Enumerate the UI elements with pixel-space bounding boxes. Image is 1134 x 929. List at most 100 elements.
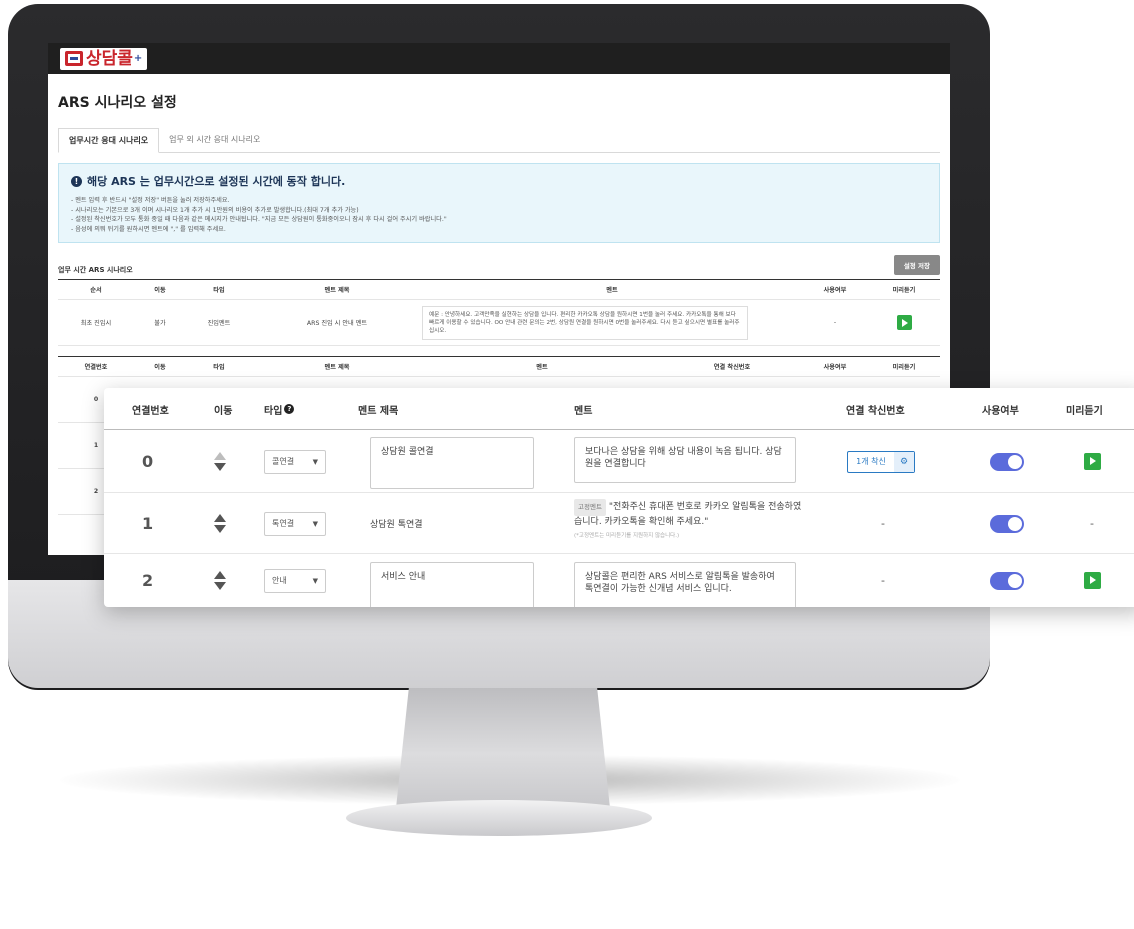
chevron-down-icon: ▼ xyxy=(312,457,318,466)
header-move: 이동 xyxy=(214,405,233,417)
page-title: ARS 시나리오 설정 xyxy=(58,95,177,111)
arrow-up-icon[interactable] xyxy=(214,452,226,460)
table-row: 2 안내 ▼ 서비스 안내 상담콜은 편리한 ARS 서비스로 알림톡을 발송하… xyxy=(104,554,1134,607)
chevron-down-icon: ▼ xyxy=(312,576,318,585)
arrow-down-icon[interactable] xyxy=(214,463,226,471)
col-num: 연결번호 xyxy=(58,356,134,377)
arrow-up-icon[interactable] xyxy=(214,571,226,579)
ment-text: "전화주신 휴대폰 번호로 카카오 알림톡을 전송하였습니다. 카카오톡을 확인… xyxy=(574,502,802,527)
ment-textarea[interactable]: 상담콜은 편리한 ARS 서비스로 알림톡을 발송하여 톡연결이 가능한 신개념… xyxy=(574,562,796,607)
arrow-down-icon[interactable] xyxy=(214,525,226,533)
header-num: 연결번호 xyxy=(132,405,169,417)
play-icon[interactable] xyxy=(1084,453,1101,470)
monitor-stand-foot xyxy=(346,800,652,836)
fixed-ment-badge: 고정멘트 xyxy=(574,499,606,516)
cell-use: - xyxy=(802,299,868,346)
tab-business-hours[interactable]: 업무시간 응대 시나리오 xyxy=(58,128,160,153)
table-row: 최초 진입시 불가 진입멘트 ARS 진입 시 안내 멘트 예문 : 안녕하세요… xyxy=(58,299,940,346)
col-preview: 미리듣기 xyxy=(868,356,940,377)
monitor-stand-neck xyxy=(396,688,610,808)
logo-plus: + xyxy=(133,53,143,64)
notice-title-text: 해당 ARS 는 업무시간으로 설정된 시간에 동작 합니다. xyxy=(87,175,346,188)
use-cell xyxy=(990,493,1024,554)
arrow-up-icon[interactable] xyxy=(214,514,226,522)
preview-cell xyxy=(1084,554,1101,607)
help-icon[interactable]: ? xyxy=(284,404,295,414)
preview-none: - xyxy=(1090,517,1094,530)
ment-fixed: 고정멘트 "전화주신 휴대폰 번호로 카카오 알림톡을 전송하였습니다. 카카오톡… xyxy=(574,499,809,549)
save-settings-button[interactable]: 설정 저장 xyxy=(893,255,940,275)
ment-textarea[interactable]: 보다나은 상담을 위해 상담 내용이 녹음 됩니다. 상담원을 연결합니다 xyxy=(574,437,796,483)
type-select-wrap: 콜연결 ▼ xyxy=(264,430,326,493)
type-select-wrap: 톡연결 ▼ xyxy=(264,493,326,554)
gear-icon: ⚙ xyxy=(894,451,914,472)
cell-type: 진입멘트 xyxy=(186,299,252,346)
title-input-wrap: 서비스 안내 xyxy=(370,562,534,607)
use-cell xyxy=(990,554,1024,607)
ment-input-wrap: 상담콜은 편리한 ARS 서비스로 알림톡을 발송하여 톡연결이 가능한 신개념… xyxy=(574,562,796,607)
forward-none: - xyxy=(881,574,885,587)
arrow-down-icon[interactable] xyxy=(214,582,226,590)
move-control xyxy=(214,554,226,607)
type-select[interactable]: 톡연결 ▼ xyxy=(264,511,326,536)
row-number: 0 xyxy=(142,452,154,471)
col-ment: 멘트 xyxy=(422,279,802,300)
cell-preview xyxy=(868,299,940,346)
row-number: 2 xyxy=(142,571,154,590)
notice-box: ! 해당 ARS 는 업무시간으로 설정된 시간에 동작 합니다. - 멘트 입… xyxy=(58,163,940,243)
zoom-header-row: 연결번호 이동 타입 ? 멘트 제목 멘트 연결 착신번호 사용여부 미리듣기 xyxy=(104,388,1134,430)
notice-title: ! 해당 ARS 는 업무시간으로 설정된 시간에 동작 합니다. xyxy=(71,173,927,189)
col-title: 멘트 제목 xyxy=(252,279,422,300)
row-number: 1 xyxy=(142,514,154,533)
ment-input-wrap: 보다나은 상담을 위해 상담 내용이 녹음 됩니다. 상담원을 연결합니다 xyxy=(574,437,796,487)
use-toggle[interactable] xyxy=(990,452,1024,471)
header-use: 사용여부 xyxy=(982,405,1019,417)
col-order: 순서 xyxy=(58,279,134,300)
header-type: 타입 ? xyxy=(264,388,295,430)
header-preview: 미리듣기 xyxy=(1066,405,1103,417)
play-icon[interactable] xyxy=(1084,572,1101,589)
header-type-label: 타입 xyxy=(264,405,283,417)
cell-ment: 예문 : 안녕하세요. 고객만족을 실현하는 상담을 입니다. 편리한 카카오톡… xyxy=(422,299,802,346)
notice-line: - 설정된 착신번호가 모두 통화 중일 때 다음과 같은 메시지가 안내됩니다… xyxy=(71,216,447,223)
cell-move: 불가 xyxy=(134,299,186,346)
section-title: 업무 시간 ARS 시나리오 xyxy=(58,266,133,274)
title-input[interactable]: 서비스 안내 xyxy=(370,562,534,607)
intro-table: 순서 이동 타입 멘트 제목 멘트 사용여부 미리듣기 최초 진입시 불가 진입… xyxy=(58,279,940,346)
title-input-wrap: 상담원 콜연결 xyxy=(370,437,534,489)
ment-textarea[interactable]: 예문 : 안녕하세요. 고객만족을 실현하는 상담을 입니다. 편리한 카카오톡… xyxy=(422,305,748,340)
header-forward: 연결 착신번호 xyxy=(846,405,905,417)
table-row: 0 콜연결 ▼ 상담원 콜연결 보다나은 상담을 위해 상담 내용이 녹음 됩니… xyxy=(104,430,1134,493)
forward-cell: 1개 착신 ⚙ xyxy=(847,430,915,493)
play-icon[interactable] xyxy=(896,315,912,330)
table-row: 1 톡연결 ▼ 상담원 톡연결 고정멘트 "전화주신 휴대폰 번호로 카카오 알림… xyxy=(104,493,1134,554)
notice-line: - 시나리오는 기본으로 3개 이며 시나리오 1개 추가 시 1만원의 비용이… xyxy=(71,206,359,214)
top-bar: 상담콜 + xyxy=(48,43,950,74)
app-logo[interactable]: 상담콜 + xyxy=(60,47,148,70)
marketing-mockup: 상담콜 + ARS 시나리오 설정 업무시간 응대 시나리오 업무 외 시간 응… xyxy=(0,0,1134,929)
forward-count-button[interactable]: 1개 착신 ⚙ xyxy=(847,450,915,473)
type-select-value: 안내 xyxy=(272,576,287,585)
col-preview: 미리듣기 xyxy=(868,279,940,300)
zoomed-scenario-panel: 연결번호 이동 타입 ? 멘트 제목 멘트 연결 착신번호 사용여부 미리듣기 … xyxy=(104,388,1134,607)
type-select[interactable]: 안내 ▼ xyxy=(264,568,326,593)
col-forward: 연결 착신번호 xyxy=(662,356,802,377)
preview-cell xyxy=(1084,430,1101,493)
type-select[interactable]: 콜연결 ▼ xyxy=(264,449,326,474)
col-type: 타입 xyxy=(186,356,252,377)
title-input[interactable]: 상담원 콜연결 xyxy=(370,437,534,489)
logo-text: 상담콜 xyxy=(86,48,133,69)
notice-line: - 멘트 입력 후 반드시 "설정 저장" 버튼을 눌러 저장하주세요. xyxy=(71,197,230,204)
scenario-tabs: 업무시간 응대 시나리오 업무 외 시간 응대 시나리오 xyxy=(58,128,940,153)
title-text: 상담원 톡연결 xyxy=(370,520,423,530)
use-toggle[interactable] xyxy=(990,514,1024,533)
col-use: 사용여부 xyxy=(802,356,868,377)
col-ment: 멘트 xyxy=(422,356,662,377)
forward-none: - xyxy=(881,517,885,530)
col-move: 이동 xyxy=(134,356,186,377)
tab-after-hours[interactable]: 업무 외 시간 응대 시나리오 xyxy=(159,128,270,152)
use-toggle[interactable] xyxy=(990,571,1024,590)
type-select-wrap: 안내 ▼ xyxy=(264,554,326,607)
move-control xyxy=(214,493,226,554)
col-use: 사용여부 xyxy=(802,279,868,300)
